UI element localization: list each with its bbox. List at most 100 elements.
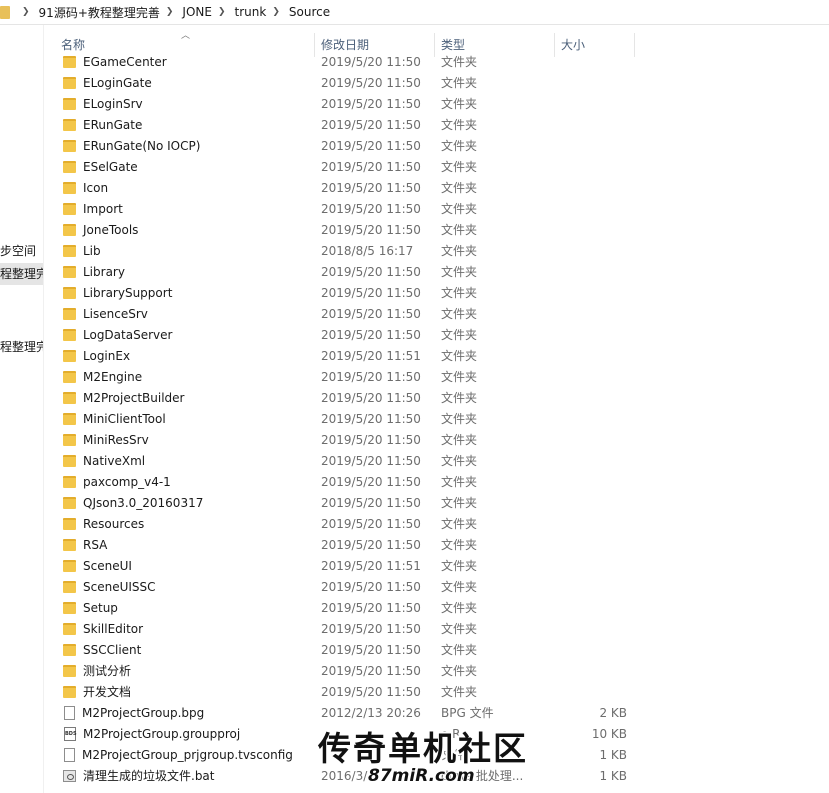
folder-row[interactable]: 开发文档 2019/5/20 11:50 文件夹 [44,681,644,702]
nav-item[interactable]: 程整理完 [0,263,43,285]
folder-row[interactable]: JoneTools 2019/5/20 11:50 文件夹 [44,219,644,240]
folder-row[interactable]: LogDataServer 2019/5/20 11:50 文件夹 [44,324,644,345]
date-cell: 2019/5/20 11:50 [321,327,421,342]
folder-icon [63,454,76,467]
watermark: 传奇单机社区 87miR.com [318,720,528,793]
file-name: ESelGate [83,159,138,174]
type-cell: 文件夹 [441,412,478,426]
date-cell: 2019/5/20 11:50 [321,138,421,153]
name-cell: ERunGate [44,118,315,132]
size-cell: 1 KB [599,747,627,762]
type-cell: 文件夹 [441,265,478,279]
file-name: Lib [83,243,101,258]
folder-icon [63,496,76,509]
breadcrumb-item[interactable]: JONE [182,5,212,19]
folder-row[interactable]: LibrarySupport 2019/5/20 11:50 文件夹 [44,282,644,303]
folder-row[interactable]: 测试分析 2019/5/20 11:50 文件夹 [44,660,644,681]
folder-row[interactable]: Resources 2019/5/20 11:50 文件夹 [44,513,644,534]
folder-row[interactable]: Icon 2019/5/20 11:50 文件夹 [44,177,644,198]
folder-icon [63,391,76,404]
folder-row[interactable]: ELoginGate 2019/5/20 11:50 文件夹 [44,72,644,93]
name-cell: SSCClient [44,643,315,657]
type-cell: 文件夹 [441,538,478,552]
nav-item[interactable]: 步空间 [0,240,43,262]
folder-row[interactable]: RSA 2019/5/20 11:50 文件夹 [44,534,644,555]
type-cell: 文件夹 [441,517,478,531]
type-cell: 文件夹 [441,202,478,216]
file-name: Setup [83,600,118,615]
folder-row[interactable]: SceneUI 2019/5/20 11:51 文件夹 [44,555,644,576]
folder-row[interactable]: Lib 2018/8/5 16:17 文件夹 [44,240,644,261]
folder-row[interactable]: QJson3.0_20160317 2019/5/20 11:50 文件夹 [44,492,644,513]
folder-row[interactable]: NativeXml 2019/5/20 11:50 文件夹 [44,450,644,471]
folder-row[interactable]: SSCClient 2019/5/20 11:50 文件夹 [44,639,644,660]
chevron-right-icon[interactable]: ❯ [166,7,174,17]
folder-icon [63,244,76,257]
sort-up-icon: ︿ [181,31,191,41]
name-cell: JoneTools [44,223,315,237]
folder-icon [63,517,76,530]
file-name: ELoginSrv [83,96,143,111]
navigation-pane: 步空间 程整理完 程整理完 [0,25,44,793]
chevron-right-icon[interactable]: ❯ [272,7,280,17]
name-cell: RSA [44,538,315,552]
type-cell: 文件夹 [441,286,478,300]
file-name: QJson3.0_20160317 [83,495,204,510]
file-name: Import [83,201,123,216]
file-name: ELoginGate [83,75,152,90]
folder-row[interactable]: SkillEditor 2019/5/20 11:50 文件夹 [44,618,644,639]
breadcrumb-item[interactable]: trunk [235,5,267,19]
name-cell: NativeXml [44,454,315,468]
folder-row[interactable]: Import 2019/5/20 11:50 文件夹 [44,198,644,219]
file-name: M2ProjectGroup_prjgroup.tvsconfig [82,747,293,762]
date-cell: 2019/5/20 11:50 [321,201,421,216]
folder-row[interactable]: SceneUISSC 2019/5/20 11:50 文件夹 [44,576,644,597]
nav-item[interactable]: 程整理完 [0,336,43,358]
folder-row[interactable]: M2ProjectBuilder 2019/5/20 11:50 文件夹 [44,387,644,408]
date-cell: 2019/5/20 11:50 [321,285,421,300]
type-cell: 文件夹 [441,622,478,636]
date-cell: 2019/5/20 11:50 [321,537,421,552]
type-cell: 文件夹 [441,223,478,237]
size-cell: 10 KB [591,726,627,741]
date-cell: 2019/5/20 11:50 [321,684,421,699]
chevron-right-icon[interactable]: ❯ [218,7,226,17]
type-cell: 文件夹 [441,76,478,90]
address-bar[interactable]: ❯ 91源码+教程整理完善 ❯ JONE ❯ trunk ❯ Source [0,0,829,25]
name-cell: SkillEditor [44,622,315,636]
breadcrumb-item[interactable]: Source [289,5,330,19]
date-cell: 2019/5/20 11:50 [321,663,421,678]
folder-row[interactable]: Setup 2019/5/20 11:50 文件夹 [44,597,644,618]
date-cell: 2019/5/20 11:50 [321,54,421,69]
type-cell: 文件夹 [441,307,478,321]
folder-icon [63,475,76,488]
name-cell: BDS M2ProjectGroup.groupproj [44,726,315,741]
breadcrumb-item[interactable]: 91源码+教程整理完善 [39,4,160,21]
folder-icon [63,55,76,68]
folder-row[interactable]: MiniClientTool 2019/5/20 11:50 文件夹 [44,408,644,429]
folder-row[interactable]: ERunGate(No IOCP) 2019/5/20 11:50 文件夹 [44,135,644,156]
folder-icon [63,76,76,89]
folder-row[interactable]: EGameCenter 2019/5/20 11:50 文件夹 [44,52,644,72]
chevron-right-icon[interactable]: ❯ [22,7,30,17]
folder-row[interactable]: MiniResSrv 2019/5/20 11:50 文件夹 [44,429,644,450]
type-cell: 文件夹 [441,496,478,510]
file-name: LogDataServer [83,327,173,342]
folder-icon [63,160,76,173]
folder-row[interactable]: LisenceSrv 2019/5/20 11:50 文件夹 [44,303,644,324]
folder-row[interactable]: Library 2019/5/20 11:50 文件夹 [44,261,644,282]
folder-icon [63,433,76,446]
folder-icon [63,181,76,194]
date-cell: 2019/5/20 11:50 [321,369,421,384]
type-cell: 文件夹 [441,139,478,153]
folder-row[interactable]: ERunGate 2019/5/20 11:50 文件夹 [44,114,644,135]
name-cell: M2ProjectGroup_prjgroup.tvsconfig [44,747,315,762]
folder-row[interactable]: paxcomp_v4-1 2019/5/20 11:50 文件夹 [44,471,644,492]
folder-row[interactable]: ELoginSrv 2019/5/20 11:50 文件夹 [44,93,644,114]
name-cell: M2Engine [44,370,315,384]
folder-row[interactable]: M2Engine 2019/5/20 11:50 文件夹 [44,366,644,387]
folder-row[interactable]: LoginEx 2019/5/20 11:51 文件夹 [44,345,644,366]
folder-row[interactable]: ESelGate 2019/5/20 11:50 文件夹 [44,156,644,177]
type-cell: 文件夹 [441,118,478,132]
file-name: 测试分析 [83,664,132,678]
